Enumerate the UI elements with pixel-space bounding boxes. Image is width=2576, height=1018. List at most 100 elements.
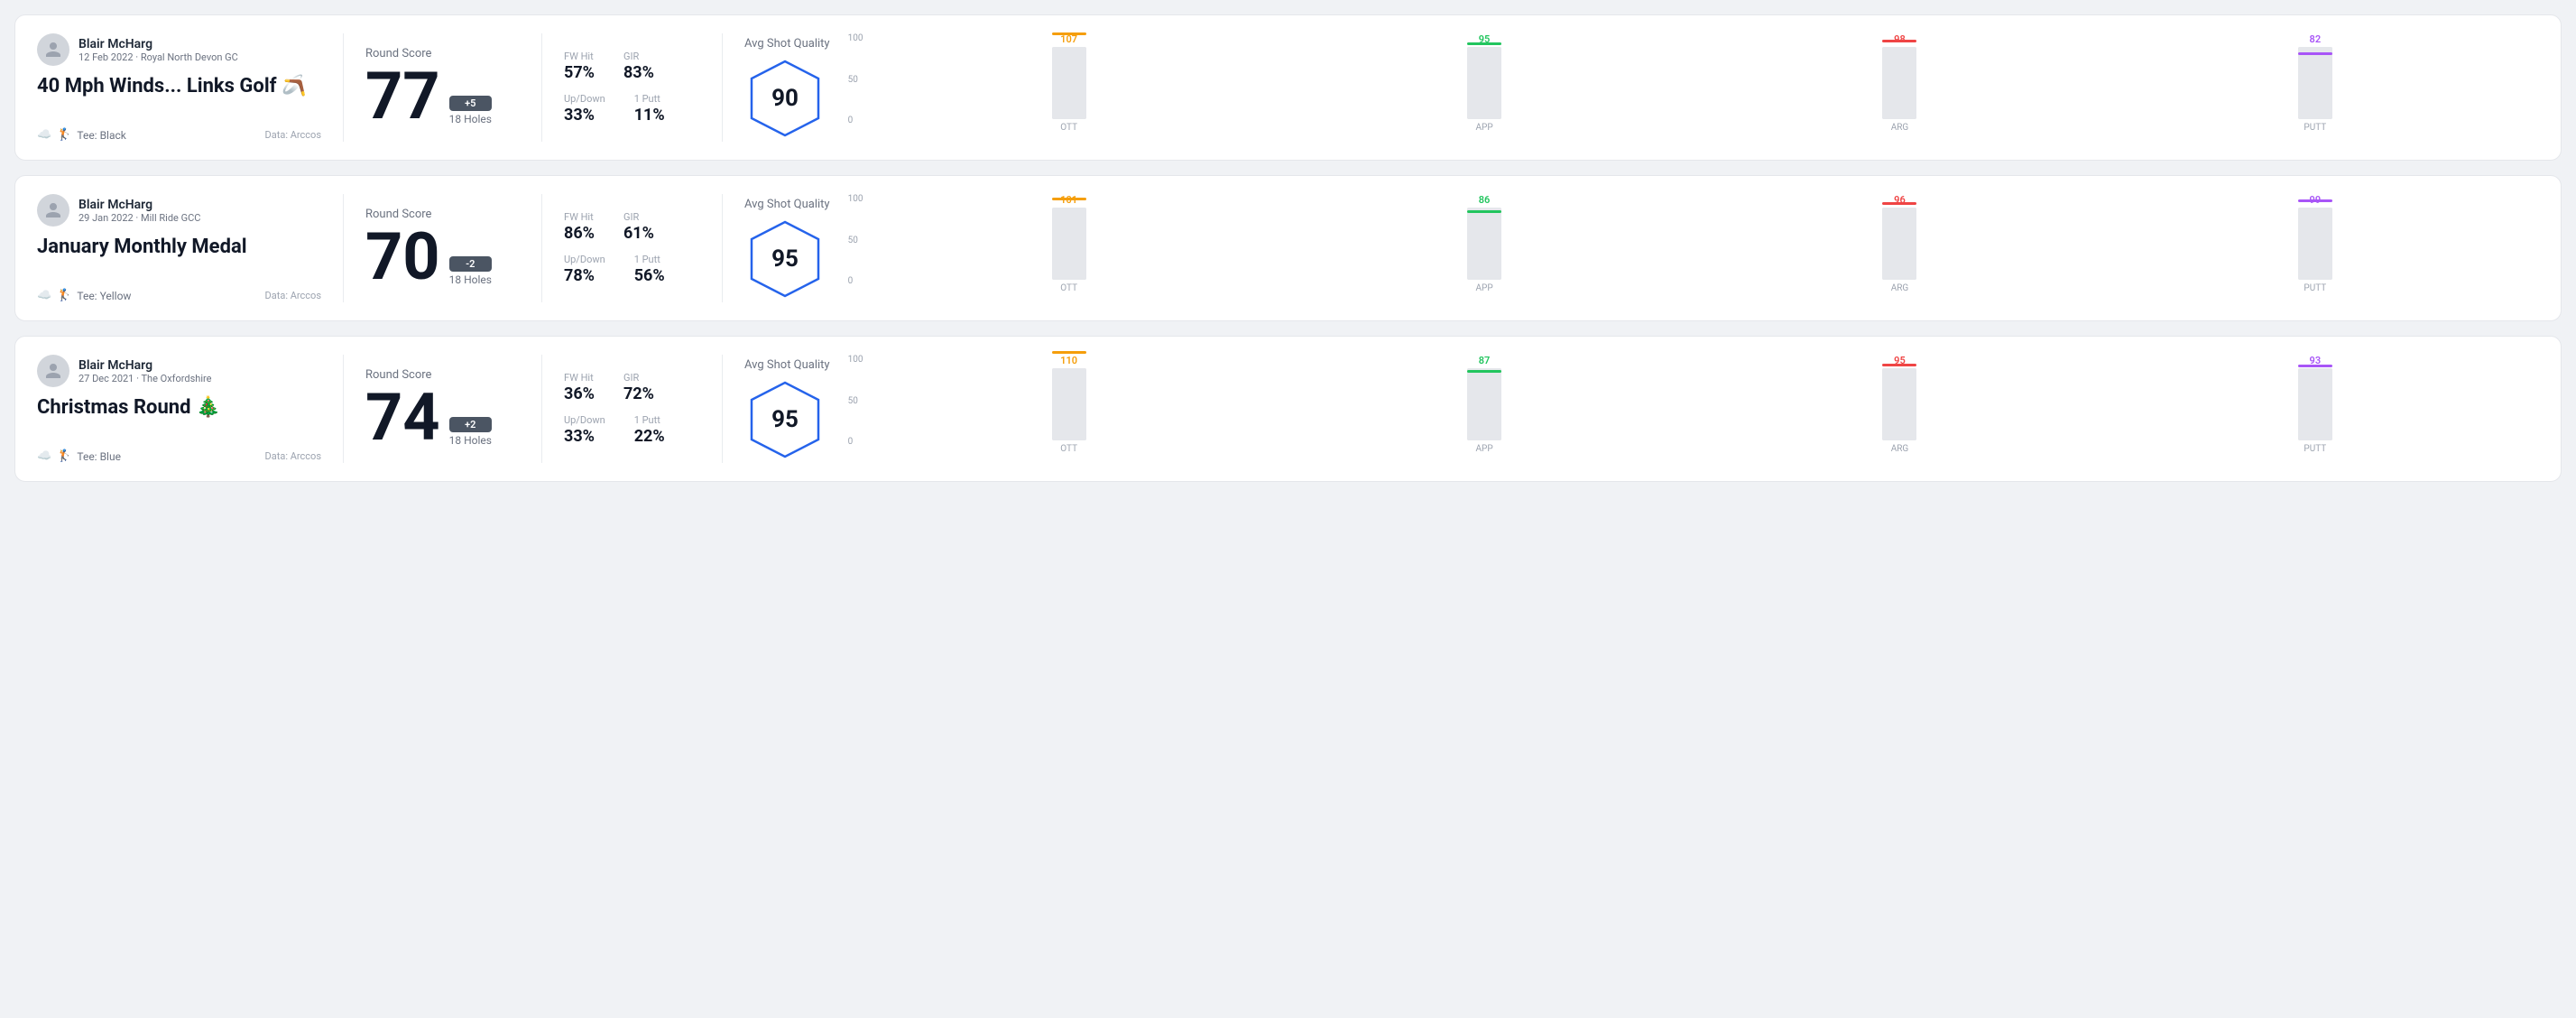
- quality-left: Avg Shot Quality 90: [744, 37, 830, 139]
- bar-value: 82: [2310, 33, 2322, 45]
- hexagon-container: 90: [744, 58, 826, 139]
- bar-label: OTT: [1060, 119, 1077, 142]
- score-number: 74: [365, 385, 440, 450]
- quality-left: Avg Shot Quality 95: [744, 198, 830, 300]
- bar-group-arg: 98 ARG: [1697, 33, 2101, 142]
- data-source: Data: Arccos: [265, 450, 321, 462]
- cloud-icon: ☁️: [37, 289, 51, 302]
- stats-row-bottom: Up/Down 33% 1 Putt 11%: [564, 93, 700, 125]
- data-source: Data: Arccos: [265, 290, 321, 301]
- stats-row-top: FW Hit 57% GIR 83%: [564, 51, 700, 82]
- round-title: Christmas Round 🎄: [37, 396, 321, 420]
- fw-hit-value: 36%: [564, 384, 595, 403]
- tee-info: ☁️ 🏌️ Tee: Yellow: [37, 289, 131, 302]
- bar-label: APP: [1475, 119, 1492, 142]
- user-info: Blair McHarg 12 Feb 2022 · Royal North D…: [37, 33, 321, 66]
- quality-label: Avg Shot Quality: [744, 37, 830, 51]
- round-card: Blair McHarg 29 Jan 2022 · Mill Ride GCC…: [14, 175, 2562, 321]
- bar-group-ott: 101 OTT: [866, 194, 1270, 302]
- bar-group-ott: 110 OTT: [866, 355, 1270, 463]
- bar-label: ARG: [1891, 119, 1909, 142]
- gir-value: 72%: [623, 384, 654, 403]
- card-stats: FW Hit 57% GIR 83% Up/Down 33% 1 Putt: [542, 33, 723, 142]
- card-stats: FW Hit 36% GIR 72% Up/Down 33% 1 Putt: [542, 355, 723, 463]
- card-left: Blair McHarg 12 Feb 2022 · Royal North D…: [37, 33, 344, 142]
- bar-label: PUTT: [2304, 440, 2326, 463]
- gir-value: 61%: [623, 224, 654, 243]
- round-title: 40 Mph Winds... Links Golf 🪃: [37, 75, 321, 98]
- gir-label: GIR: [623, 372, 654, 384]
- bar-group-app: 95 APP: [1282, 33, 1686, 142]
- avatar: [37, 194, 69, 227]
- user-details: Blair McHarg 27 Dec 2021 · The Oxfordshi…: [78, 358, 211, 384]
- updown-label: Up/Down: [564, 93, 605, 105]
- stat-oneputt: 1 Putt 11%: [634, 93, 665, 125]
- stats-row-top: FW Hit 86% GIR 61%: [564, 211, 700, 243]
- hexagon-container: 95: [744, 379, 826, 460]
- quality-left: Avg Shot Quality 95: [744, 358, 830, 460]
- score-main: 74 +2 18 Holes: [365, 385, 520, 450]
- stats-row-top: FW Hit 36% GIR 72%: [564, 372, 700, 403]
- card-left: Blair McHarg 29 Jan 2022 · Mill Ride GCC…: [37, 194, 344, 302]
- bar-label: APP: [1475, 440, 1492, 463]
- stat-gir: GIR 61%: [623, 211, 654, 243]
- stat-fw-hit: FW Hit 36%: [564, 372, 595, 403]
- score-badge: +2: [449, 417, 492, 432]
- card-left: Blair McHarg 27 Dec 2021 · The Oxfordshi…: [37, 355, 344, 463]
- round-card: Blair McHarg 12 Feb 2022 · Royal North D…: [14, 14, 2562, 161]
- hexagon-score: 95: [771, 406, 799, 433]
- oneputt-value: 56%: [634, 266, 665, 285]
- user-meta: 29 Jan 2022 · Mill Ride GCC: [78, 212, 200, 224]
- stat-updown: Up/Down 33%: [564, 414, 605, 446]
- oneputt-value: 11%: [634, 106, 665, 125]
- fw-hit-value: 86%: [564, 224, 595, 243]
- round-card: Blair McHarg 27 Dec 2021 · The Oxfordshi…: [14, 336, 2562, 482]
- stat-fw-hit: FW Hit 86%: [564, 211, 595, 243]
- card-score: Round Score 74 +2 18 Holes: [344, 355, 542, 463]
- card-quality: Avg Shot Quality 95 100 50 0: [723, 355, 2539, 463]
- bar-group-arg: 95 ARG: [1697, 355, 2101, 463]
- tee-info: ☁️ 🏌️ Tee: Black: [37, 128, 126, 142]
- bar-group-putt: 82 PUTT: [2113, 33, 2517, 142]
- data-source: Data: Arccos: [265, 129, 321, 141]
- user-info: Blair McHarg 27 Dec 2021 · The Oxfordshi…: [37, 355, 321, 387]
- cloud-icon: ☁️: [37, 128, 51, 142]
- card-score: Round Score 77 +5 18 Holes: [344, 33, 542, 142]
- tee-label: Tee: Black: [77, 129, 125, 142]
- fw-hit-label: FW Hit: [564, 51, 595, 62]
- bar-group-arg: 96 ARG: [1697, 194, 2101, 302]
- tee-label: Tee: Blue: [77, 450, 121, 463]
- hexagon-score: 95: [771, 245, 799, 273]
- user-details: Blair McHarg 12 Feb 2022 · Royal North D…: [78, 37, 238, 63]
- stat-oneputt: 1 Putt 22%: [634, 414, 665, 446]
- hexagon-score: 90: [771, 85, 799, 112]
- score-holes: 18 Holes: [449, 273, 492, 286]
- bag-icon: 🏌️: [57, 289, 71, 302]
- user-meta: 27 Dec 2021 · The Oxfordshire: [78, 373, 211, 384]
- tee-label: Tee: Yellow: [77, 290, 131, 302]
- hexagon-container: 95: [744, 218, 826, 300]
- stat-gir: GIR 72%: [623, 372, 654, 403]
- bar-value: 87: [1479, 355, 1491, 366]
- bar-group-app: 87 APP: [1282, 355, 1686, 463]
- bar-group-app: 86 APP: [1282, 194, 1686, 302]
- stat-updown: Up/Down 78%: [564, 254, 605, 285]
- user-info: Blair McHarg 29 Jan 2022 · Mill Ride GCC: [37, 194, 321, 227]
- fw-hit-value: 57%: [564, 63, 595, 82]
- stat-gir: GIR 83%: [623, 51, 654, 82]
- card-quality: Avg Shot Quality 90 100 50 0: [723, 33, 2539, 142]
- bar-value: 110: [1060, 355, 1077, 366]
- gir-label: GIR: [623, 211, 654, 223]
- card-stats: FW Hit 86% GIR 61% Up/Down 78% 1 Putt: [542, 194, 723, 302]
- card-score: Round Score 70 -2 18 Holes: [344, 194, 542, 302]
- card-footer: ☁️ 🏌️ Tee: Yellow Data: Arccos: [37, 289, 321, 302]
- stats-row-bottom: Up/Down 33% 1 Putt 22%: [564, 414, 700, 446]
- updown-value: 78%: [564, 266, 605, 285]
- updown-value: 33%: [564, 106, 605, 125]
- bar-label: ARG: [1891, 280, 1909, 302]
- score-holes: 18 Holes: [449, 434, 492, 447]
- fw-hit-label: FW Hit: [564, 372, 595, 384]
- oneputt-label: 1 Putt: [634, 254, 665, 265]
- score-number: 77: [365, 64, 440, 129]
- fw-hit-label: FW Hit: [564, 211, 595, 223]
